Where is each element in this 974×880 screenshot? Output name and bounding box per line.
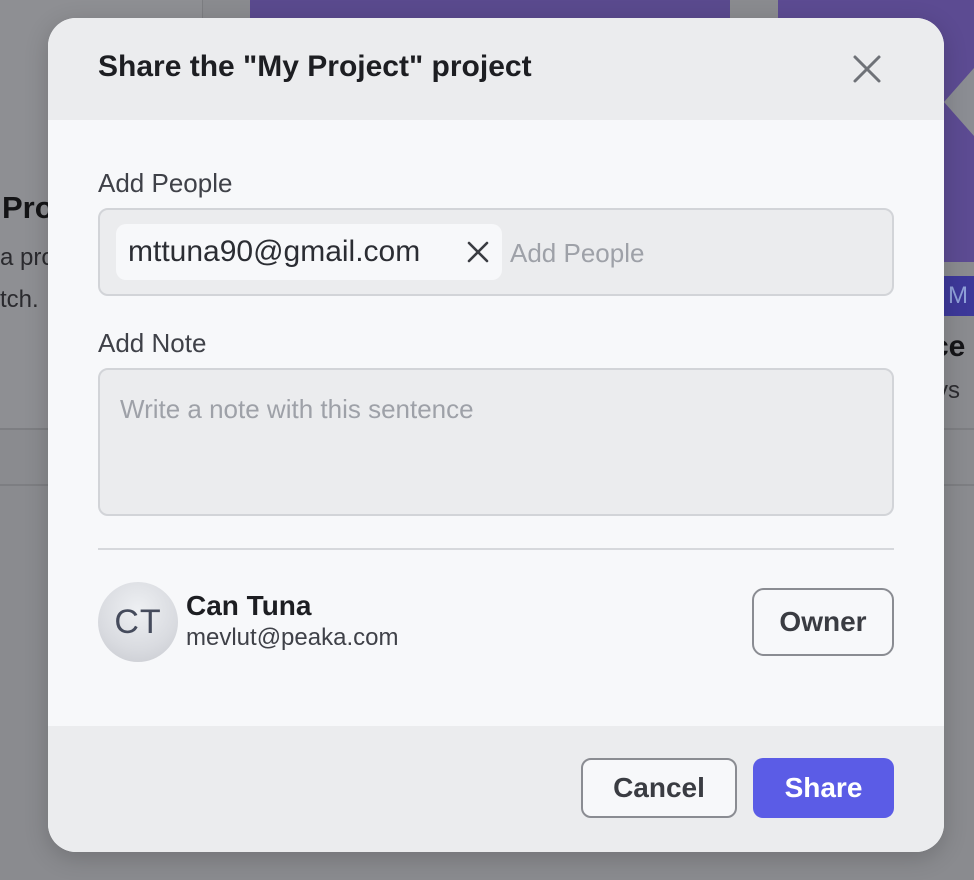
close-icon (853, 55, 881, 83)
share-project-dialog: Share the "My Project" project Add Peopl… (48, 18, 944, 852)
background-banner (250, 0, 730, 20)
remove-chip-button[interactable] (466, 240, 490, 264)
close-icon (467, 241, 489, 263)
dialog-title: Share the "My Project" project (98, 50, 532, 83)
close-button[interactable] (848, 50, 886, 88)
member-role-button[interactable]: Owner (752, 588, 894, 656)
email-chip-label: mttuna90@gmail.com (128, 235, 421, 268)
background-card-text: a pro (0, 244, 48, 271)
section-divider (98, 548, 894, 550)
share-button[interactable]: Share (753, 758, 894, 818)
member-email: mevlut@peaka.com (186, 624, 399, 651)
add-people-field[interactable]: mttuna90@gmail.com (98, 208, 894, 296)
dialog-header: Share the "My Project" project (48, 18, 944, 120)
avatar: CT (98, 582, 178, 662)
cancel-button[interactable]: Cancel (581, 758, 737, 818)
play-arrow-icon (944, 68, 974, 136)
add-people-label: Add People (98, 168, 233, 198)
add-note-label: Add Note (98, 328, 207, 358)
member-name: Can Tuna (186, 590, 312, 621)
background-card-text: tch. (0, 286, 39, 313)
add-people-input[interactable] (510, 236, 880, 270)
add-note-textarea[interactable] (98, 368, 894, 516)
background-card-title: Pro (2, 190, 50, 225)
dialog-footer: Cancel Share (48, 726, 944, 852)
email-chip: mttuna90@gmail.com (116, 224, 502, 280)
